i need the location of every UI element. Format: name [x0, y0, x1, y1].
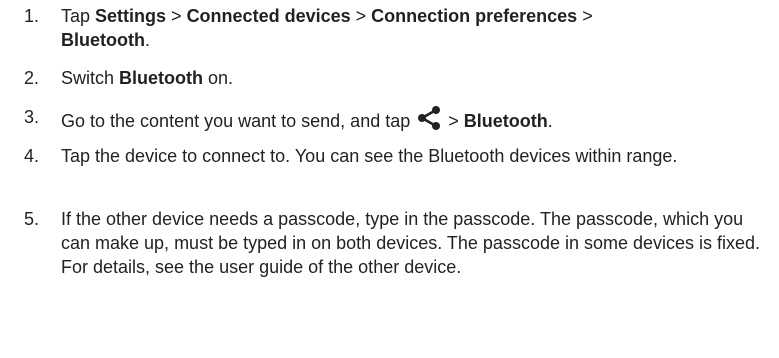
step-text: If the other device needs a passcode, ty…	[61, 209, 761, 277]
step-text-part: .	[144, 30, 150, 50]
step-text: Go to the content you want to send, and …	[61, 105, 773, 133]
step-number: 1.	[24, 6, 40, 26]
step-text-part: >	[166, 6, 187, 26]
step-text-part: Switch	[61, 68, 120, 88]
ui-term-bluetooth: Bluetooth	[119, 68, 204, 88]
step-text: Tap Settings > Connected devices > Conne…	[61, 4, 773, 52]
ui-term-connection-preferences: Connection preferences	[371, 6, 578, 26]
step-number: 4.	[24, 146, 40, 166]
step-text-part: >	[443, 111, 464, 131]
step-text-part: Tap	[61, 6, 96, 26]
ui-term-connected-devices: Connected devices	[186, 6, 351, 26]
step-text-part: .	[547, 111, 553, 131]
step-text-part: >	[577, 6, 593, 26]
step-number: 2.	[24, 68, 40, 88]
step-text-part: >	[350, 6, 372, 26]
ui-term-bluetooth: Bluetooth	[61, 30, 145, 50]
share-icon	[418, 106, 441, 130]
step-number: 3.	[24, 107, 40, 127]
ui-term-bluetooth: Bluetooth	[463, 111, 548, 131]
step-number: 5.	[24, 209, 40, 229]
step-text-part: on.	[203, 68, 234, 88]
step-text: Tap the device to connect to. You can se…	[61, 146, 678, 166]
step-text: Switch Bluetooth on.	[61, 66, 773, 90]
ui-term-settings: Settings	[95, 6, 167, 26]
step-text-part: Go to the content you want to send, and …	[61, 111, 416, 131]
